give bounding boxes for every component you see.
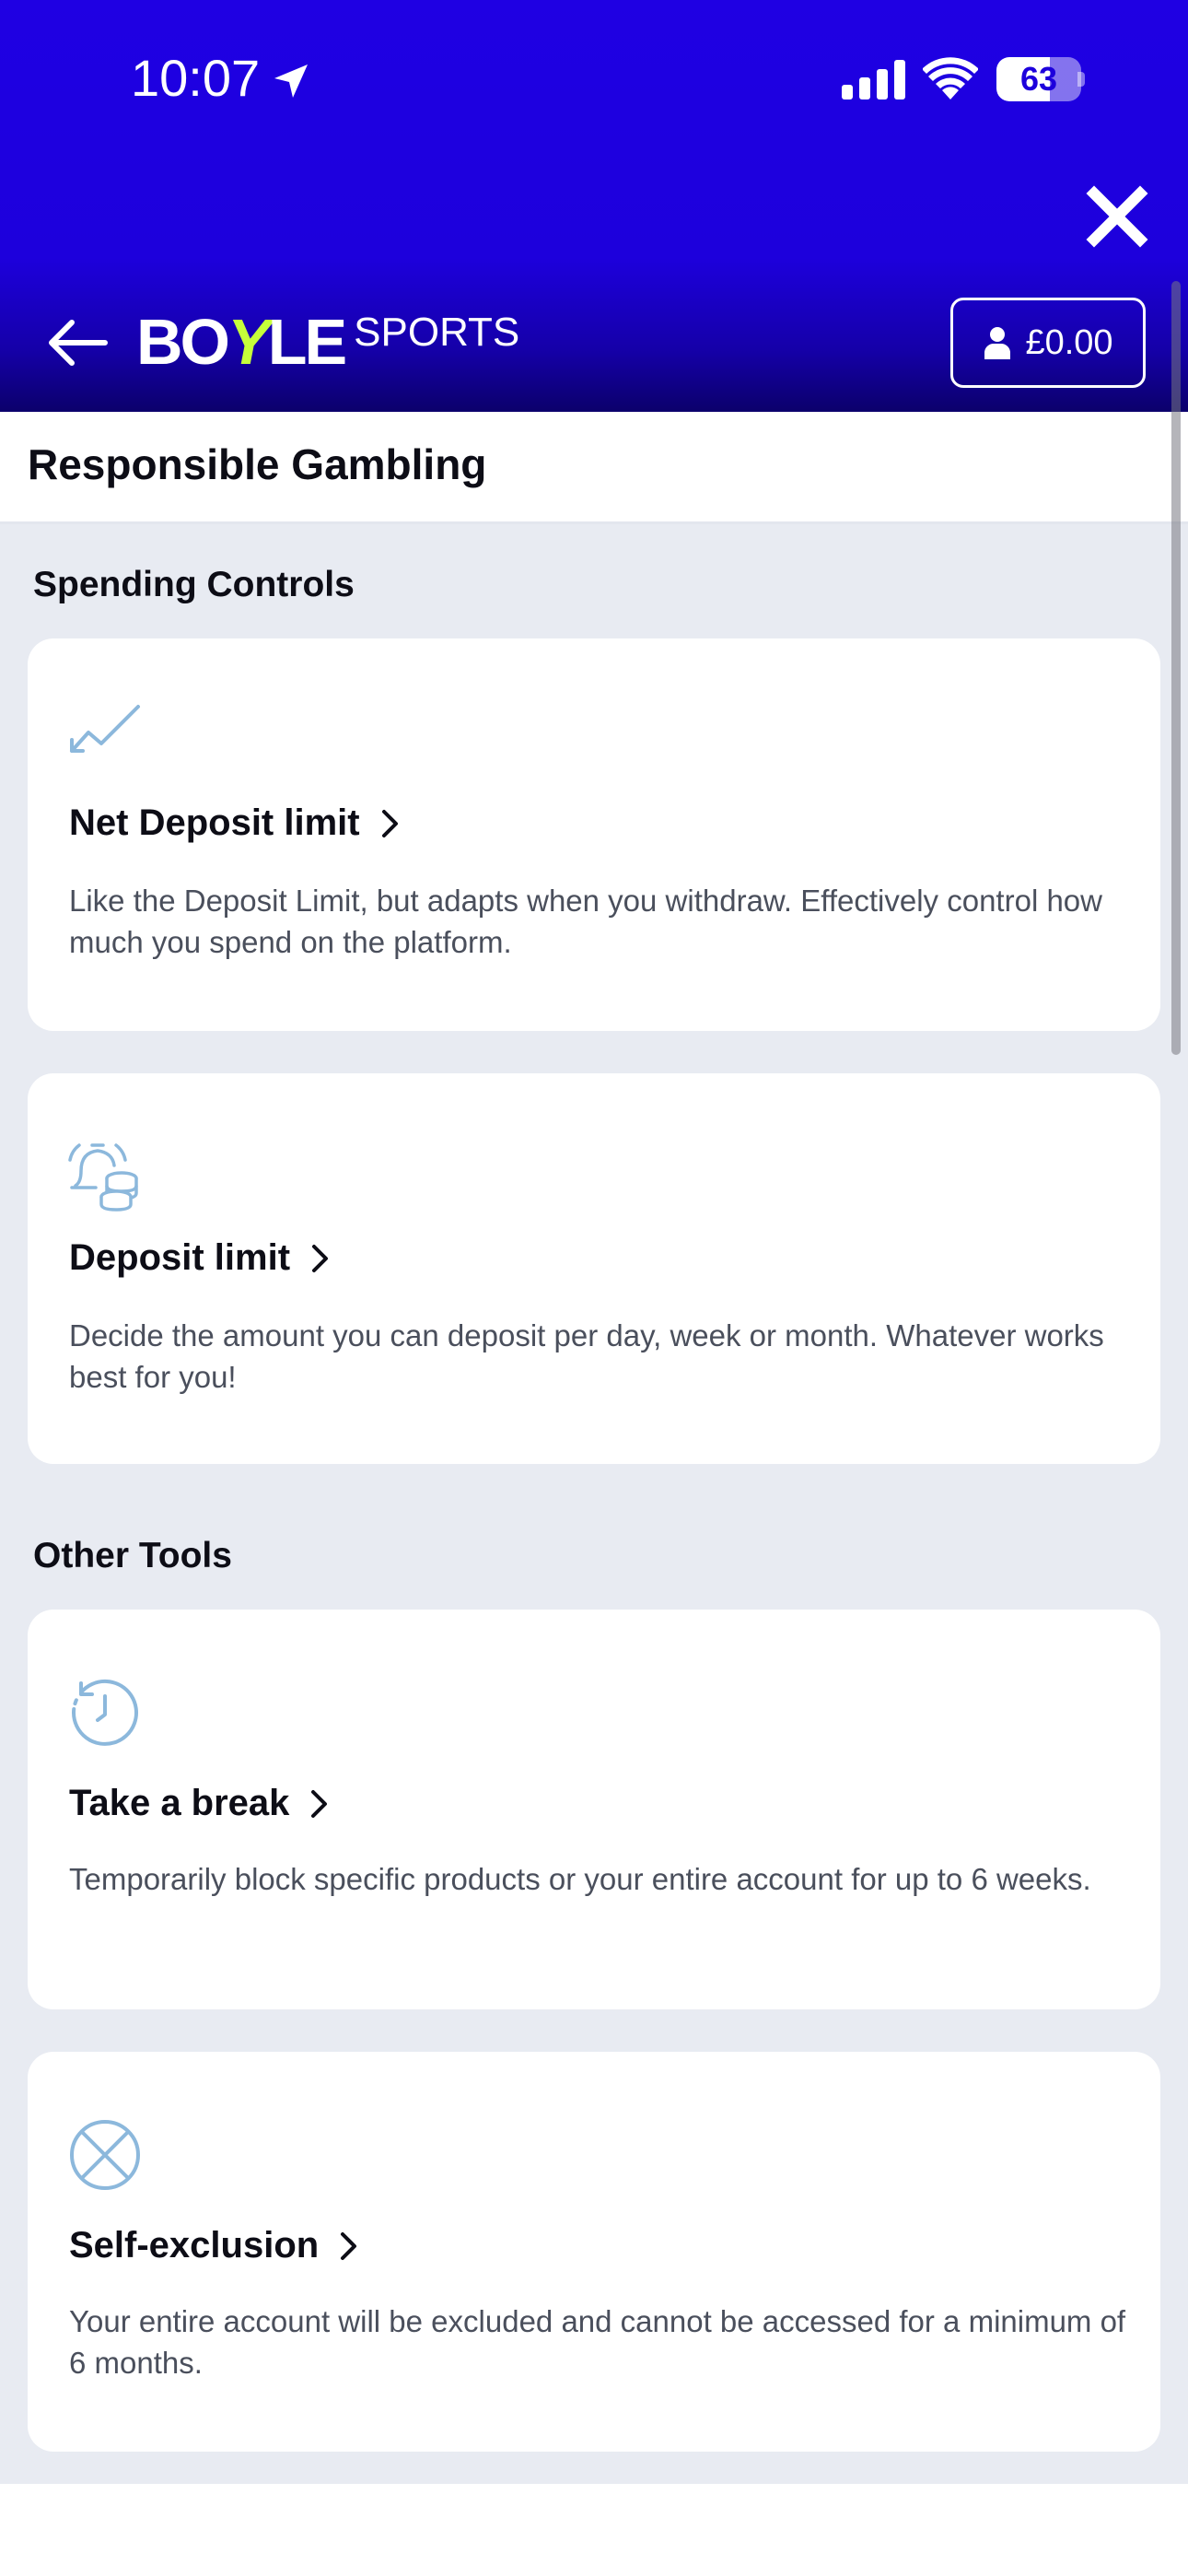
logo-wordmark: BOYLE [136, 306, 347, 378]
section-heading-other-tools: Other Tools [33, 1536, 232, 1575]
card-title-self-exclusion: Self-exclusion [69, 2225, 359, 2266]
page-title: Responsible Gambling [28, 440, 487, 488]
location-arrow-icon [274, 64, 308, 98]
cellular-signal-icon [842, 60, 905, 100]
bell-coins-icon [68, 1143, 138, 1212]
back-arrow-icon[interactable] [44, 310, 111, 376]
card-deposit-limit[interactable]: Deposit limit Decide the amount you can … [28, 1073, 1160, 1464]
battery-level: 63 [1019, 60, 1058, 98]
card-take-a-break[interactable]: Take a break Temporarily block specific … [28, 1610, 1160, 2009]
trend-chart-icon [70, 705, 140, 753]
chevron-right-icon [381, 809, 398, 837]
card-title-deposit-limit: Deposit limit [69, 1237, 331, 1279]
close-icon[interactable] [1085, 184, 1149, 249]
status-time: 10:07 [131, 49, 261, 107]
battery-indicator: 63 [996, 57, 1081, 101]
section-heading-spending-controls: Spending Controls [33, 565, 355, 604]
wifi-icon [923, 57, 978, 100]
header: 10:07 63 BOYLE SPORTS £0.00 [0, 0, 1188, 412]
chevron-right-icon [341, 2231, 357, 2260]
card-description-self-exclusion: Your entire account will be excluded and… [69, 2304, 1126, 2380]
account-balance-button[interactable]: £0.00 [950, 298, 1146, 388]
chevron-right-icon [312, 1244, 329, 1272]
title-bar: Responsible Gambling [0, 412, 1188, 524]
card-description-deposit-limit: Decide the amount you can deposit per da… [69, 1318, 1104, 1394]
balance-amount: £0.00 [1025, 322, 1113, 362]
card-title-take-a-break: Take a break [69, 1783, 330, 1824]
chevron-right-icon [311, 1789, 328, 1818]
logo-sports-text: SPORTS [354, 310, 520, 355]
battery-tip [1077, 72, 1085, 87]
content-area: Spending Controls Net Deposit limit Like… [0, 524, 1188, 2484]
app-screen: 10:07 63 BOYLE SPORTS £0.00 Responsible … [0, 0, 1188, 2576]
card-net-deposit-limit[interactable]: Net Deposit limit Like the Deposit Limit… [28, 638, 1160, 1031]
user-icon [984, 327, 1011, 359]
status-bar: 10:07 63 [0, 0, 1188, 157]
bottom-area [0, 2484, 1188, 2576]
boylesports-logo: BOYLE SPORTS [136, 310, 519, 374]
scrollbar[interactable] [1171, 281, 1181, 1055]
card-description-net-deposit-limit: Like the Deposit Limit, but adapts when … [69, 884, 1102, 959]
card-self-exclusion[interactable]: Self-exclusion Your entire account will … [28, 2052, 1160, 2452]
card-title-net-deposit-limit: Net Deposit limit [69, 802, 401, 844]
clock-history-icon [72, 1679, 138, 1746]
card-description-take-a-break: Temporarily block specific products or y… [69, 1862, 1091, 1896]
circle-x-icon [70, 2120, 140, 2190]
